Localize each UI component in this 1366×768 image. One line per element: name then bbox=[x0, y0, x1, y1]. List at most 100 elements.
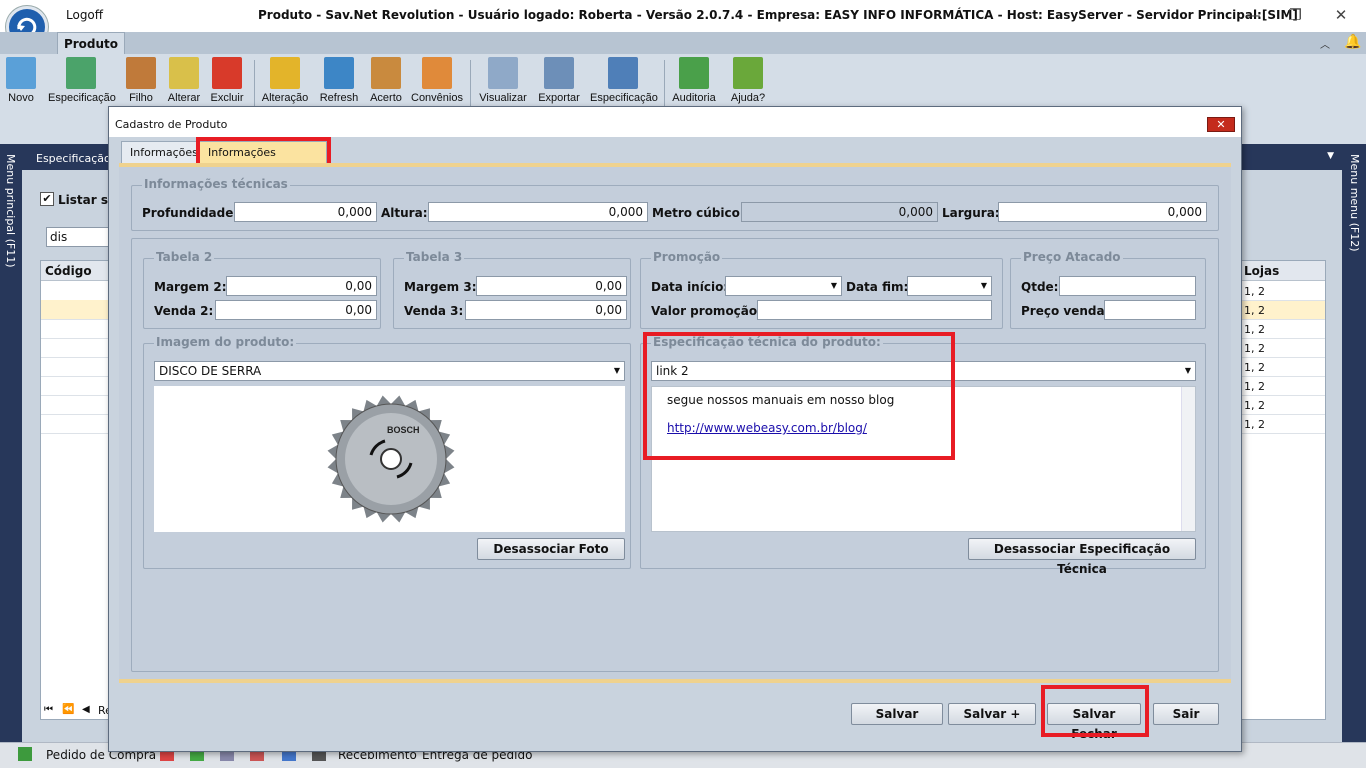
group-imagem-legend: Imagem do produto: bbox=[154, 335, 297, 349]
left-menu-bar[interactable]: Menu principal (F11) bbox=[0, 144, 22, 742]
grid-lojas-cell[interactable]: 1, 2 bbox=[1240, 339, 1325, 358]
ribbon-button-label: Excluir bbox=[210, 92, 244, 104]
largura-input[interactable]: 0,000 bbox=[998, 202, 1207, 222]
ribbon-button-label: Convênios bbox=[411, 92, 463, 104]
valor-promocao-input[interactable] bbox=[757, 300, 992, 320]
spec-icon bbox=[66, 57, 96, 89]
purchase-order-icon[interactable] bbox=[18, 747, 32, 761]
profundidade-label: Profundidade: bbox=[142, 206, 239, 220]
tab-content: Informações técnicas Profundidade: 0,000… bbox=[119, 167, 1231, 679]
grid-lojas-cell[interactable]: 1, 2 bbox=[1240, 377, 1325, 396]
desassociar-foto-button[interactable]: Desassociar Foto bbox=[477, 538, 625, 560]
ribbon-button-2[interactable]: Filho bbox=[124, 57, 158, 109]
ribbon-button-label: Ajuda? bbox=[730, 92, 766, 104]
table-row[interactable] bbox=[41, 358, 111, 377]
ribbon-button-3[interactable]: Alterar bbox=[166, 57, 202, 109]
table-row[interactable] bbox=[41, 282, 111, 301]
maximize-icon[interactable]: ❐ bbox=[1280, 4, 1310, 26]
tab-informacoes[interactable]: Informações bbox=[121, 141, 207, 165]
preco-venda-input[interactable] bbox=[1104, 300, 1196, 320]
venda3-input[interactable]: 0,00 bbox=[465, 300, 627, 320]
group-preco-atacado-legend: Preço Atacado bbox=[1021, 250, 1123, 264]
product-image-frame: BOSCH bbox=[154, 386, 625, 532]
chevron-down-icon[interactable]: ▼ bbox=[1185, 362, 1191, 380]
ribbon-button-11[interactable]: Especificação bbox=[590, 57, 658, 109]
ribbon-button-8[interactable]: Convênios bbox=[410, 57, 464, 109]
ribbon-button-4[interactable]: Excluir bbox=[210, 57, 244, 109]
grid-header-codigo[interactable]: Código bbox=[41, 261, 111, 281]
table-row[interactable] bbox=[41, 396, 111, 415]
altura-input[interactable]: 0,000 bbox=[428, 202, 648, 222]
ribbon-separator bbox=[664, 60, 665, 108]
ribbon-button-6[interactable]: Refresh bbox=[318, 57, 360, 109]
table-row[interactable] bbox=[41, 339, 111, 358]
pager-first-icon[interactable]: ⏮ bbox=[44, 704, 53, 715]
margem3-input[interactable]: 0,00 bbox=[476, 276, 627, 296]
profundidade-input[interactable]: 0,000 bbox=[234, 202, 377, 222]
metro-cubico-input: 0,000 bbox=[741, 202, 938, 222]
salvar-plus-button[interactable]: Salvar + bbox=[948, 703, 1036, 725]
pager-prev-page-icon[interactable]: ⏪ bbox=[62, 704, 74, 715]
ribbon-button-label: Acerto bbox=[370, 92, 402, 104]
table-row[interactable] bbox=[41, 377, 111, 396]
imagem-select[interactable]: DISCO DE SERRA ▼ bbox=[154, 361, 625, 381]
venda2-input[interactable]: 0,00 bbox=[215, 300, 377, 320]
pencil-icon bbox=[169, 57, 199, 89]
grid-lojas-cell[interactable]: 1, 2 bbox=[1240, 320, 1325, 339]
chevron-down-icon[interactable]: ▼ bbox=[981, 277, 987, 295]
chevron-down-icon[interactable]: ▼ bbox=[831, 277, 837, 295]
pager-prev-icon[interactable]: ◀ bbox=[82, 704, 90, 715]
group-tabela3: Tabela 3 Margem 3: 0,00 Venda 3: 0,00 bbox=[393, 250, 631, 329]
grid-selected-row[interactable] bbox=[41, 300, 111, 319]
grid-lojas-cell[interactable]: 1, 2 bbox=[1240, 282, 1325, 301]
group-promocao: Promoção Data início: ▼ Data fim: ▼ Valo… bbox=[640, 250, 1003, 329]
ribbon-button-12[interactable]: Auditoria bbox=[670, 57, 718, 109]
background-search-input[interactable]: dis bbox=[46, 227, 110, 247]
data-inicio-picker[interactable]: ▼ bbox=[725, 276, 842, 296]
group-informacoes-tecnicas: Informações técnicas Profundidade: 0,000… bbox=[131, 177, 1219, 231]
margem3-label: Margem 3: bbox=[404, 280, 477, 294]
grid-lojas-cell[interactable]: 1, 2 bbox=[1240, 415, 1325, 434]
list-checkbox[interactable]: ✔ bbox=[40, 192, 54, 206]
ribbon-button-1[interactable]: Especificação bbox=[48, 57, 116, 109]
bell-icon[interactable]: 🔔 bbox=[1344, 34, 1361, 50]
refresh-icon bbox=[324, 57, 354, 89]
data-inicio-label: Data início: bbox=[651, 280, 729, 294]
ribbon-tab-produto[interactable]: Produto bbox=[57, 32, 125, 54]
panel-dropdown-icon[interactable]: ▼ bbox=[1327, 151, 1334, 161]
desassociar-especificacao-button[interactable]: Desassociar Especificação Técnica bbox=[968, 538, 1196, 576]
salvar-button[interactable]: Salvar bbox=[851, 703, 943, 725]
richtext-scrollbar[interactable] bbox=[1181, 387, 1195, 531]
ribbon-button-9[interactable]: Visualizar bbox=[478, 57, 528, 109]
venda3-label: Venda 3: bbox=[404, 304, 464, 318]
grid-lojas-cell[interactable]: 1, 2 bbox=[1240, 396, 1325, 415]
ribbon-button-label: Alteração bbox=[261, 92, 309, 104]
export-icon bbox=[544, 57, 574, 89]
ribbon-button-5[interactable]: Alteração bbox=[260, 57, 310, 109]
ribbon-button-13[interactable]: Ajuda? bbox=[728, 57, 768, 109]
grid-header-lojas[interactable]: Lojas bbox=[1240, 261, 1325, 281]
ribbon-button-7[interactable]: Acerto bbox=[366, 57, 406, 109]
preco-venda-label: Preço venda: bbox=[1021, 304, 1110, 318]
close-icon[interactable]: ✕ bbox=[1326, 4, 1356, 26]
collapse-ribbon-icon[interactable]: ︿ bbox=[1320, 36, 1330, 51]
ribbon-separator bbox=[470, 60, 471, 108]
margem2-input[interactable]: 0,00 bbox=[226, 276, 377, 296]
ribbon-button-0[interactable]: Novo bbox=[4, 57, 38, 109]
dialog-close-button[interactable]: ✕ bbox=[1207, 117, 1235, 132]
saw-blade-icon: BOSCH bbox=[327, 395, 455, 523]
right-menu-bar[interactable]: Menu menu (F12) bbox=[1344, 144, 1366, 742]
minimize-icon[interactable]: — bbox=[1238, 4, 1268, 26]
chevron-down-icon[interactable]: ▼ bbox=[614, 362, 620, 380]
table-row[interactable] bbox=[41, 320, 111, 339]
grid-lojas-cell[interactable]: 1, 2 bbox=[1240, 301, 1325, 320]
grid-lojas-cell[interactable]: 1, 2 bbox=[1240, 358, 1325, 377]
ribbon-button-10[interactable]: Exportar bbox=[534, 57, 584, 109]
data-fim-picker[interactable]: ▼ bbox=[907, 276, 992, 296]
venda2-label: Venda 2: bbox=[154, 304, 214, 318]
sair-button[interactable]: Sair bbox=[1153, 703, 1219, 725]
qtde-input[interactable] bbox=[1059, 276, 1196, 296]
table-row[interactable] bbox=[41, 415, 111, 434]
logoff-link[interactable]: Logoff bbox=[66, 8, 103, 22]
data-fim-label: Data fim: bbox=[846, 280, 909, 294]
